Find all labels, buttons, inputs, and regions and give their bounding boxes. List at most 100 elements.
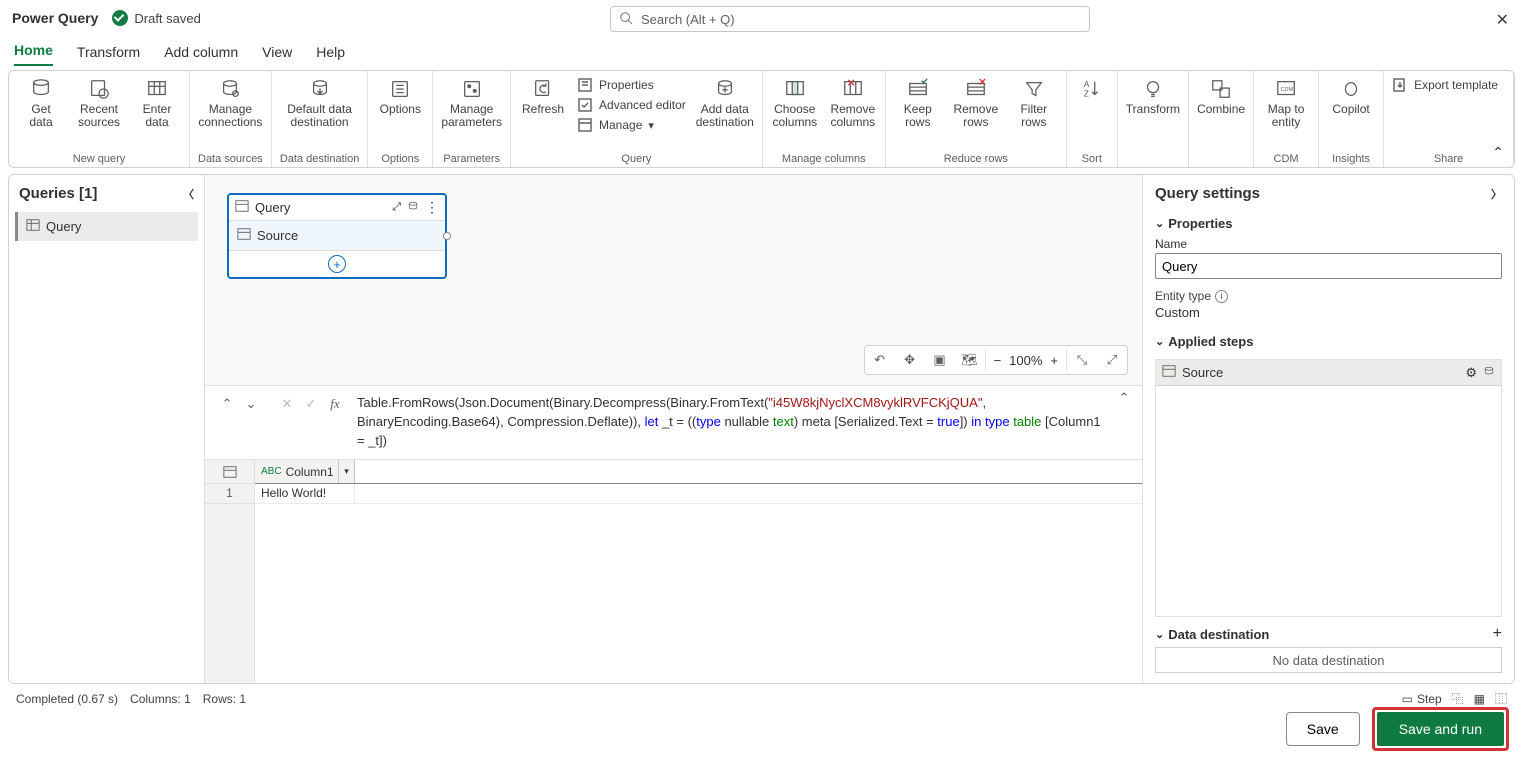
- grid-corner[interactable]: [205, 460, 254, 484]
- get-data-button[interactable]: Get data: [17, 77, 65, 129]
- step-back-button[interactable]: ⌃: [217, 394, 237, 414]
- step-forward-button[interactable]: ⌄: [241, 394, 261, 414]
- row-number[interactable]: 1: [205, 484, 254, 504]
- step-link-icon[interactable]: [1483, 365, 1495, 380]
- copilot-button[interactable]: Copilot: [1327, 77, 1375, 116]
- grid-icon: ▦: [1474, 692, 1485, 706]
- gear-icon[interactable]: ⚙: [1465, 365, 1477, 381]
- grid-view-button[interactable]: ▦: [1474, 692, 1485, 706]
- undo-button[interactable]: ↶: [865, 346, 895, 374]
- collapse-queries-button[interactable]: 〈: [183, 186, 194, 202]
- sort-button[interactable]: AZ: [1075, 77, 1109, 101]
- transform-button[interactable]: Transform: [1126, 77, 1180, 116]
- step-view-button[interactable]: ▭Step: [1402, 692, 1442, 706]
- collapse-ribbon-button[interactable]: ⌃: [1492, 144, 1504, 161]
- combine-button[interactable]: Combine: [1197, 77, 1245, 116]
- type-icon: ABC: [261, 466, 282, 477]
- diagram-view-button[interactable]: ⿻: [1452, 690, 1464, 707]
- chevron-down-icon: ▾: [648, 119, 654, 132]
- remove-columns-button[interactable]: Remove columns: [829, 77, 877, 129]
- remove-rows-button[interactable]: Remove rows: [952, 77, 1000, 129]
- info-icon[interactable]: i: [1215, 290, 1228, 303]
- map-button[interactable]: 🗺: [955, 346, 985, 374]
- add-data-destination-button[interactable]: Add data destination: [696, 77, 754, 129]
- choose-columns-icon: [781, 77, 809, 101]
- data-destination-toggle[interactable]: ⌄Data destination: [1155, 627, 1269, 642]
- pan-button[interactable]: ✥: [895, 346, 925, 374]
- manage-connections-button[interactable]: Manage connections: [198, 77, 262, 129]
- group-label-data-destination: Data destination: [280, 151, 360, 165]
- properties-icon: [577, 77, 593, 93]
- fullscreen-button[interactable]: ⤢: [1097, 346, 1127, 374]
- tab-help[interactable]: Help: [316, 44, 345, 66]
- status-completed: Completed (0.67 s): [16, 692, 118, 706]
- tab-home[interactable]: Home: [14, 42, 53, 66]
- collapse-view-button[interactable]: ⤡: [1067, 346, 1097, 374]
- properties-button[interactable]: Properties: [577, 77, 654, 93]
- expand-icon[interactable]: ⤢: [392, 201, 401, 214]
- formula-text[interactable]: Table.FromRows(Json.Document(Binary.Deco…: [351, 390, 1112, 455]
- search-input[interactable]: Search (Alt + Q): [610, 6, 1090, 32]
- zoom-in-button[interactable]: +: [1050, 353, 1058, 368]
- save-status-text: Draft saved: [134, 11, 200, 26]
- keep-rows-button[interactable]: Keep rows: [894, 77, 942, 129]
- connector-icon: [443, 232, 451, 240]
- remove-rows-icon: [962, 77, 990, 101]
- query-diagram-card[interactable]: Query ⤢ ⋮ Source +: [227, 193, 447, 279]
- tab-view[interactable]: View: [262, 44, 292, 66]
- diagram-step-source[interactable]: Source: [229, 221, 445, 250]
- query-name-input[interactable]: [1155, 253, 1502, 279]
- manage-parameters-button[interactable]: Manage parameters: [441, 77, 502, 129]
- link-icon[interactable]: [407, 200, 419, 215]
- card-title: Query: [255, 200, 290, 215]
- close-button[interactable]: ✕: [1496, 10, 1509, 30]
- zoom-out-button[interactable]: −: [994, 353, 1002, 368]
- group-label-cdm: CDM: [1274, 151, 1299, 165]
- diagram-area[interactable]: Query ⤢ ⋮ Source + ↶ ✥ ▣ 🗺: [205, 175, 1142, 385]
- add-step-button[interactable]: +: [328, 255, 346, 273]
- default-destination-button[interactable]: Default data destination: [287, 77, 352, 129]
- schema-view-button[interactable]: ⿲: [1495, 690, 1507, 707]
- recent-sources-button[interactable]: Recent sources: [75, 77, 123, 129]
- accept-formula-button[interactable]: ✓: [301, 394, 321, 414]
- zoom-level: 100%: [1009, 353, 1042, 368]
- save-and-run-button[interactable]: Save and run: [1377, 712, 1504, 746]
- map-to-entity-button[interactable]: CDMMap to entity: [1262, 77, 1310, 129]
- query-list-item[interactable]: Query: [15, 212, 198, 241]
- enter-data-button[interactable]: Enter data: [133, 77, 181, 129]
- svg-text:Z: Z: [1084, 89, 1089, 98]
- properties-section-toggle[interactable]: ⌄Properties: [1155, 216, 1502, 231]
- filter-rows-button[interactable]: Filter rows: [1010, 77, 1058, 129]
- export-template-button[interactable]: Export template: [1392, 77, 1498, 93]
- tab-add-column[interactable]: Add column: [164, 44, 238, 66]
- options-icon: [386, 77, 414, 101]
- app-title: Power Query: [12, 10, 98, 26]
- cancel-formula-button[interactable]: ✕: [277, 394, 297, 414]
- data-grid: 1 ABC Column1 ▾ Hello World!: [205, 460, 1142, 683]
- refresh-button[interactable]: Refresh: [519, 77, 567, 116]
- table-row[interactable]: Hello World!: [255, 484, 1142, 504]
- manage-button[interactable]: Manage▾: [577, 117, 654, 133]
- table-icon: [1162, 364, 1176, 381]
- tab-transform[interactable]: Transform: [77, 44, 140, 66]
- applied-steps-toggle[interactable]: ⌄Applied steps: [1155, 334, 1502, 349]
- cell[interactable]: Hello World!: [255, 484, 355, 503]
- group-label-new-query: New query: [73, 151, 126, 165]
- database-icon: [27, 77, 55, 101]
- fit-button[interactable]: ▣: [925, 346, 955, 374]
- query-name: Query: [46, 219, 81, 234]
- collapse-settings-button[interactable]: 〉: [1491, 186, 1502, 202]
- column-dropdown-button[interactable]: ▾: [338, 460, 354, 483]
- column-header-column1[interactable]: ABC Column1 ▾: [255, 460, 355, 483]
- step-item-source[interactable]: Source ⚙: [1156, 360, 1501, 386]
- more-icon[interactable]: ⋮: [425, 199, 439, 216]
- add-destination-button[interactable]: +: [1493, 625, 1502, 643]
- save-button[interactable]: Save: [1286, 712, 1360, 746]
- connections-icon: [216, 77, 244, 101]
- expand-formula-button[interactable]: ⌃: [1112, 390, 1136, 406]
- fx-icon[interactable]: fx: [325, 394, 345, 414]
- manage-icon: [577, 117, 593, 133]
- advanced-editor-button[interactable]: Advanced editor: [577, 97, 686, 113]
- choose-columns-button[interactable]: Choose columns: [771, 77, 819, 129]
- options-button[interactable]: Options: [376, 77, 424, 116]
